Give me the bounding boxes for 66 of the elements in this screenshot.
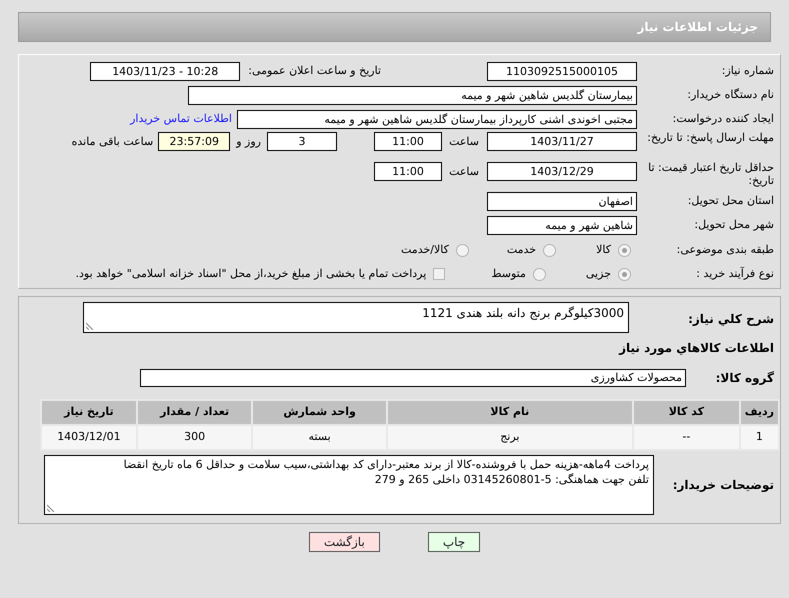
field-label: شهر محل تحویل: [693,218,774,232]
summary-text: 3000کیلوگرم برنج دانه بلند هندی 1121 [422,306,624,320]
back-button[interactable]: بازگشت [308,532,380,552]
goods-group-field: محصولات کشاورزی [140,369,686,387]
radio-label: كالا/خدمت [401,242,449,258]
field-label: نوع فرآیند خرید : [695,268,774,280]
table-cell: 300 [138,426,252,449]
reply-deadline-date-field: 1403/11/27 [487,132,637,151]
column-header: ردیف [740,401,778,424]
field-label: حداقل تاریخ اعتبار قیمت: تا تاریخ: [647,162,774,188]
time-label: ساعت [448,164,479,180]
checkbox[interactable] [433,268,446,280]
need-number-field: 1103092515000105 [487,62,637,80]
reply-deadline-time-field: 11:00 [374,132,442,151]
table-cell: -- [634,426,739,449]
column-header: کد کالا [634,401,739,424]
summary-textarea[interactable]: 3000کیلوگرم برنج دانه بلند هندی 1121 [83,302,629,333]
radio-label: كالا [596,242,611,258]
field-label: توضیحات خریدار: [672,477,774,494]
field-label: گروه کالا: [714,370,774,387]
notes-textarea[interactable]: پرداخت 4ماهه-هزینه حمل با فروشنده-کالا از برند معتبر-دارای کد بهداشتی،سیب سلامت و حداقل 6 ماه تاریخ انقضا تلفن جهت هماهنگی: 5-03145260801 داخلی 265 و 279 [44,455,654,515]
radio-label: خدمت [506,242,536,258]
resize-grip-icon[interactable] [86,322,94,330]
days-label: روز و [236,134,261,150]
field-label: طبقه بندی موضوعی: [676,244,774,256]
radio-button[interactable] [618,244,631,256]
notes-text-line: پرداخت 4ماهه-هزینه حمل با فروشنده-کالا از برند معتبر-دارای کد بهداشتی،سیب سلامت و حداقل 6 ماه تاریخ انقضا [122,457,649,472]
field-label: تاریخ و ساعت اعلان عمومی: [248,62,381,79]
radio-button[interactable] [543,244,556,256]
time-label: ساعت [448,134,479,150]
requester-field: مجتبی اخوندی اشنی کارپرداز بیمارستان گلدیس شاهین شهر و میمه [237,110,637,128]
buyer-name-field: بیمارستان گلدیس شاهین شهر و میمه [188,86,637,104]
table-cell: 1403/12/01 [42,426,136,449]
announce-date-field: 1403/11/23 - 10:28 [90,62,240,80]
field-label: شرح کلي نياز: [687,311,774,328]
days-field: 3 [267,132,337,151]
field-label: شماره نیاز: [720,64,774,78]
radio-label: جزیی [586,266,611,282]
field-label: نام دستگاه خریدار: [686,88,774,102]
print-button[interactable]: چاپ [428,532,480,552]
radio-label: متوسط [491,266,526,282]
remaining-label: ساعت باقی مانده [72,134,154,150]
table-cell: برنج [388,426,632,449]
column-header: تاریخ نیاز [42,401,136,424]
notes-text-line: تلفن جهت هماهنگی: 5-03145260801 داخلی 265 و 279 [374,472,649,487]
field-label: استان محل تحویل: [686,194,774,208]
column-header: واحد شمارش [253,401,386,424]
field-label: ایجاد کننده درخواست: [672,112,774,126]
page-title: جزئیات اطلاعات نیاز [637,19,758,36]
column-header: تعداد / مقدار [138,401,252,424]
table-cell: بسته [253,426,386,449]
field-label: مهلت ارسال پاسخ: تا تاریخ: [646,132,774,145]
section-heading: اطلاعات كالاهاي مورد نياز [619,340,774,357]
radio-button[interactable] [618,268,631,280]
price-validity-time-field: 11:00 [374,162,442,181]
radio-button[interactable] [532,268,546,280]
resize-grip-icon[interactable] [47,504,55,512]
radio-button[interactable] [456,244,469,256]
province-field: اصفهان [487,192,637,210]
buyer-contact-link[interactable]: اطلاعات تماس خریدار [130,110,232,128]
table-cell: 1 [740,426,778,449]
column-header: نام کالا [388,401,632,424]
city-field: شاهین شهر و میمه [487,216,637,234]
remaining-time-field: 23:57:09 [158,132,230,151]
checkbox-label: پرداخت تمام یا بخشی از مبلغ خرید،از محل "اسناد خزانه اسلامی" خواهد بود. [76,266,426,282]
price-validity-date-field: 1403/12/29 [487,162,637,181]
